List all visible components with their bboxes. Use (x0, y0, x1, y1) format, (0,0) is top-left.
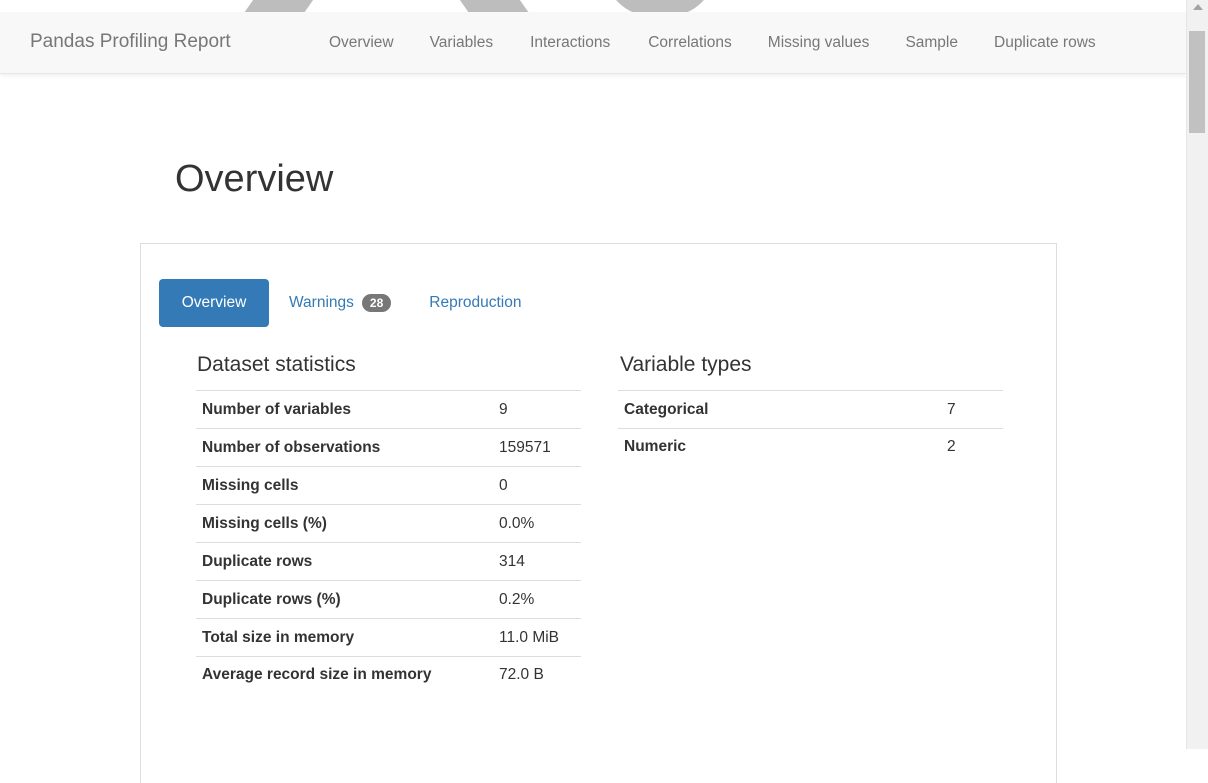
warnings-count-badge: 28 (361, 294, 392, 312)
nav-link-missing-values[interactable]: Missing values (768, 34, 870, 52)
tab-overview-label: Overview (181, 294, 247, 311)
table-row: Categorical 7 (618, 390, 1003, 429)
table-row: Average record size in memory 72.0 B (196, 656, 581, 694)
stat-label: Missing cells (196, 466, 493, 505)
stat-value: 314 (493, 542, 581, 581)
table-row: Missing cells (%) 0.0% (196, 504, 581, 543)
stat-value: 0.2% (493, 580, 581, 619)
dataset-statistics-title: Dataset statistics (197, 353, 356, 376)
nav-link-sample[interactable]: Sample (905, 34, 958, 52)
variable-types-title: Variable types (620, 353, 752, 376)
stat-label: Total size in memory (196, 618, 493, 657)
stat-value: 72.0 B (493, 656, 581, 694)
top-navbar: Pandas Profiling Report Overview Variabl… (0, 12, 1186, 74)
stat-label: Missing cells (%) (196, 504, 493, 543)
nav-link-interactions[interactable]: Interactions (530, 34, 610, 52)
nav-link-overview[interactable]: Overview (329, 34, 394, 52)
stat-value: 0.0% (493, 504, 581, 543)
stat-label: Duplicate rows (%) (196, 580, 493, 619)
scroll-up-arrow-icon[interactable] (1193, 4, 1203, 10)
stat-label: Average record size in memory (196, 656, 493, 694)
table-row: Number of observations 159571 (196, 428, 581, 467)
type-count: 2 (941, 428, 1003, 466)
stat-label: Number of observations (196, 428, 493, 467)
overview-tabs: Overview Warnings 28 Reproduction (159, 279, 538, 327)
nav-link-correlations[interactable]: Correlations (648, 34, 732, 52)
nav-link-variables[interactable]: Variables (430, 34, 493, 52)
page-scrollbar[interactable] (1186, 0, 1208, 749)
stat-label: Number of variables (196, 390, 493, 429)
stat-value: 159571 (493, 428, 581, 467)
table-row: Numeric 2 (618, 428, 1003, 466)
type-count: 7 (941, 390, 1003, 429)
table-row: Total size in memory 11.0 MiB (196, 618, 581, 657)
nav-links: Overview Variables Interactions Correlat… (329, 34, 1096, 52)
navbar-brand[interactable]: Pandas Profiling Report (30, 31, 231, 53)
tab-reproduction-label: Reproduction (429, 294, 522, 311)
overview-panel: Overview Warnings 28 Reproduction Datase… (140, 243, 1057, 783)
table-row: Missing cells 0 (196, 466, 581, 505)
tab-reproduction[interactable]: Reproduction (412, 279, 538, 327)
stat-value: 0 (493, 466, 581, 505)
tab-warnings-label: Warnings (289, 294, 354, 311)
tab-warnings[interactable]: Warnings 28 (272, 279, 408, 327)
table-row: Number of variables 9 (196, 390, 581, 429)
tab-overview[interactable]: Overview (159, 279, 269, 327)
type-label: Numeric (618, 428, 941, 466)
page-title: Overview (175, 158, 334, 200)
stat-label: Duplicate rows (196, 542, 493, 581)
type-label: Categorical (618, 390, 941, 429)
scrollbar-thumb[interactable] (1189, 31, 1205, 133)
table-row: Duplicate rows 314 (196, 542, 581, 581)
table-row: Duplicate rows (%) 0.2% (196, 580, 581, 619)
variable-types-table: Categorical 7 Numeric 2 (618, 390, 1003, 466)
stat-value: 9 (493, 390, 581, 429)
dataset-statistics-table: Number of variables 9 Number of observat… (196, 390, 581, 694)
nav-link-duplicate-rows[interactable]: Duplicate rows (994, 34, 1096, 52)
stat-value: 11.0 MiB (493, 618, 581, 657)
